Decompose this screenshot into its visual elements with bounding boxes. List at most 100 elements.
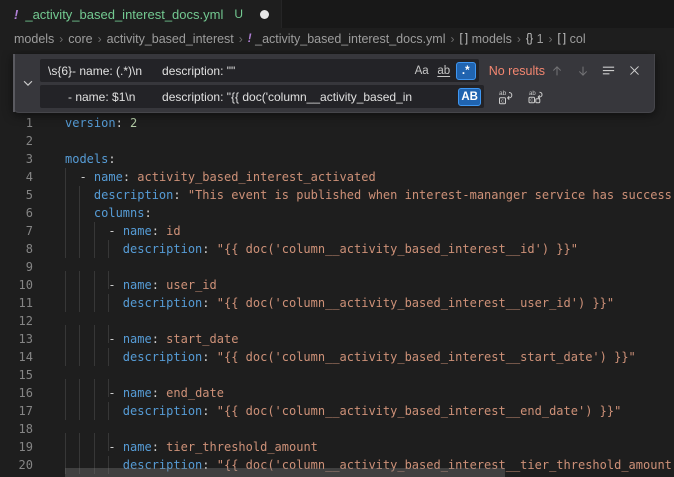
breadcrumb-separator-icon: › [59, 32, 63, 46]
svg-text:ab: ab [499, 90, 507, 97]
line-text: - name: start_date [65, 330, 238, 348]
match-case-button[interactable]: Aa [412, 62, 432, 80]
breadcrumb-item[interactable]: [ ] models [460, 32, 512, 46]
line-text: description: "{{ doc('column__activity_b… [65, 294, 614, 312]
code-line[interactable]: 3models: [0, 150, 674, 168]
tab-filename: _activity_based_interest_docs.yml [25, 7, 223, 22]
regex-button[interactable]: .* [456, 62, 476, 80]
line-number[interactable]: 14 [0, 348, 33, 366]
code-line[interactable]: 17 description: "{{ doc('column__activit… [0, 402, 674, 420]
line-text: - name: id [65, 222, 181, 240]
line-text: description: "{{ doc('column__activity_b… [65, 402, 621, 420]
code-line[interactable]: 12 [0, 312, 674, 330]
line-number[interactable]: 9 [0, 258, 33, 276]
breadcrumb-item[interactable]: [ ] col [558, 32, 586, 46]
line-text: version: 2 [65, 114, 137, 132]
replace-all-button[interactable]: ab c [524, 86, 547, 107]
code-line[interactable]: 8 description: "{{ doc('column__activity… [0, 240, 674, 258]
line-number[interactable]: 10 [0, 276, 33, 294]
indent-guide [65, 384, 66, 402]
indent-guide [79, 294, 80, 312]
breadcrumb-item[interactable]: core [68, 32, 92, 46]
breadcrumb-label: col [570, 32, 586, 46]
indent-guide [79, 330, 80, 348]
symbol-array-icon: [ ] [460, 33, 468, 45]
code-line[interactable]: 16 - name: end_date [0, 384, 674, 402]
breadcrumb-item[interactable]: activity_based_interest [107, 32, 234, 46]
tab-active[interactable]: ! _activity_based_interest_docs.yml U [0, 0, 282, 28]
symbol-array-icon: [ ] [558, 33, 566, 45]
line-number[interactable]: 15 [0, 366, 33, 384]
line-number[interactable]: 16 [0, 384, 33, 402]
breadcrumb-item[interactable]: models [14, 32, 54, 46]
code-line[interactable]: 2 [0, 132, 674, 150]
line-number[interactable]: 7 [0, 222, 33, 240]
indent-guide [94, 330, 95, 348]
previous-match-button[interactable] [545, 60, 568, 81]
next-match-button[interactable] [571, 60, 594, 81]
indent-guide [65, 348, 66, 366]
code-line[interactable]: 19 - name: tier_threshold_amount [0, 438, 674, 456]
code-line[interactable]: 15 [0, 366, 674, 384]
indent-guide [79, 222, 80, 240]
code-line[interactable]: 10 - name: user_id [0, 276, 674, 294]
indent-guide [94, 438, 95, 456]
breadcrumb-item[interactable]: {}1 [526, 32, 544, 46]
code-line[interactable]: 13 - name: start_date [0, 330, 674, 348]
whole-word-button[interactable]: ab [434, 62, 454, 80]
breadcrumb-separator-icon: › [239, 32, 243, 46]
find-widget: \s{6}- name: (.*)\n description: "" Aa a… [13, 54, 655, 113]
code-line[interactable]: 9 [0, 258, 674, 276]
line-number[interactable]: 20 [0, 456, 33, 474]
breadcrumb-label: models [472, 32, 512, 46]
line-number[interactable]: 3 [0, 150, 33, 168]
code-line[interactable]: 18 [0, 420, 674, 438]
editor[interactable]: 1 version: 2 23models:4 - name: activity_b… [0, 50, 674, 477]
indent-guide [65, 186, 66, 204]
line-number[interactable]: 1 [0, 114, 33, 132]
replace-all-icon: ab c [528, 89, 544, 105]
replace-input[interactable]: - name: $1\n description: "{{ doc('colum… [40, 85, 484, 108]
horizontal-scrollbar[interactable] [65, 468, 505, 477]
resize-sash[interactable] [13, 54, 15, 112]
replace-icon: ab c [498, 89, 514, 105]
preserve-case-button[interactable]: AB [458, 88, 481, 106]
indent-guide [108, 348, 109, 366]
code-line[interactable]: 6 columns: [0, 204, 674, 222]
line-number[interactable]: 12 [0, 312, 33, 330]
code-line[interactable]: 11 description: "{{ doc('column__activit… [0, 294, 674, 312]
line-number[interactable]: 5 [0, 186, 33, 204]
breadcrumb-label: activity_based_interest [107, 32, 234, 46]
code-line[interactable]: 7 - name: id [0, 222, 674, 240]
line-text: columns: [65, 204, 152, 222]
line-number[interactable]: 18 [0, 420, 33, 438]
chevron-down-icon [21, 76, 35, 90]
toggle-replace-button[interactable] [16, 54, 40, 112]
replace-row: - name: $1\n description: "{{ doc('colum… [40, 85, 646, 108]
line-number[interactable]: 11 [0, 294, 33, 312]
modified-dot-icon[interactable] [260, 10, 269, 19]
replace-button[interactable]: ab c [494, 86, 517, 107]
git-status-badge: U [234, 7, 243, 21]
line-number[interactable]: 6 [0, 204, 33, 222]
code-line[interactable]: 5 description: "This event is published … [0, 186, 674, 204]
indent-guide [94, 402, 95, 420]
line-text: description: "This event is published wh… [65, 186, 672, 204]
breadcrumb-item[interactable]: !_activity_based_interest_docs.yml [248, 32, 446, 46]
line-number[interactable]: 4 [0, 168, 33, 186]
code-line[interactable]: 1 version: 2 [0, 114, 674, 132]
close-button[interactable] [623, 60, 646, 81]
line-number[interactable]: 2 [0, 132, 33, 150]
close-icon [628, 64, 641, 77]
line-number[interactable]: 19 [0, 438, 33, 456]
find-input[interactable]: \s{6}- name: (.*)\n description: "" Aa a… [40, 59, 479, 82]
line-number[interactable]: 17 [0, 402, 33, 420]
line-text: - name: tier_threshold_amount [65, 438, 318, 456]
line-number[interactable]: 8 [0, 240, 33, 258]
find-in-selection-button[interactable] [597, 60, 620, 81]
indent-guide [108, 240, 109, 258]
line-number[interactable]: 13 [0, 330, 33, 348]
code-line[interactable]: 4 - name: activity_based_interest_activa… [0, 168, 674, 186]
code-line[interactable]: 14 description: "{{ doc('column__activit… [0, 348, 674, 366]
yaml-file-icon: ! [248, 33, 251, 45]
